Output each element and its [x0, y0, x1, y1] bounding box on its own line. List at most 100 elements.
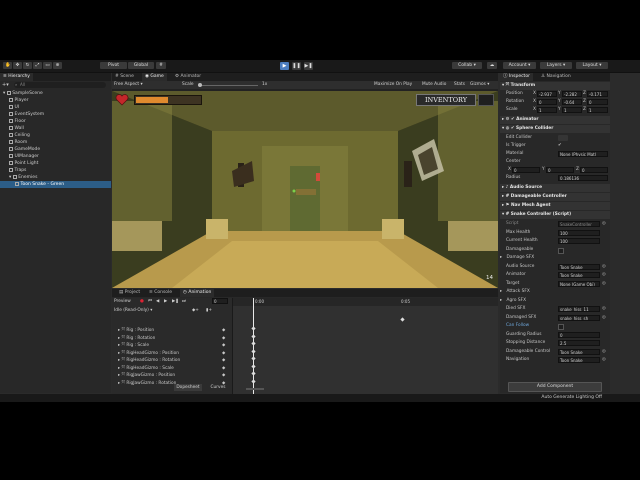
script-field[interactable]: SnakeController: [558, 221, 600, 227]
prev-frame-icon[interactable]: ◀: [156, 299, 159, 304]
object-picker-icon[interactable]: ◎: [602, 348, 606, 356]
transform-tool-icon[interactable]: ⊕: [53, 62, 62, 69]
scale-z-field[interactable]: 1: [587, 107, 608, 113]
expand-arrow-icon[interactable]: ▸: [500, 298, 504, 303]
keyframe-icon[interactable]: ◆: [222, 327, 225, 335]
target-field[interactable]: None (Game Obj): [558, 280, 600, 287]
can-follow-checkbox[interactable]: [558, 324, 564, 330]
tab-animator[interactable]: ⚙ Animator: [172, 73, 204, 81]
damageable-checkbox[interactable]: [558, 247, 564, 254]
expand-arrow-icon[interactable]: ▸: [500, 289, 504, 294]
object-picker-icon[interactable]: ◎: [602, 271, 606, 279]
animation-property-row[interactable]: ▸ ⤧ Rig : Position ◆: [118, 327, 236, 335]
object-picker-icon[interactable]: ◎: [602, 263, 606, 271]
frame-field[interactable]: 0: [212, 298, 228, 304]
inventory-slot[interactable]: [478, 94, 494, 106]
snake-controller-header[interactable]: ▾ # Snake Controller (Script): [500, 211, 610, 219]
animation-property-row[interactable]: ▸ ⤧ RigHeadGizmo : Rotation ◆: [118, 357, 236, 365]
game-viewport[interactable]: INVENTORY 14: [112, 91, 498, 288]
account-dropdown[interactable]: Account ▾: [503, 62, 536, 69]
add-component-button[interactable]: Add Component: [508, 382, 602, 392]
stopping-distance-field[interactable]: 2.5: [558, 340, 600, 346]
transform-header[interactable]: ▾ ⤧ Transform: [500, 82, 610, 90]
scale-tool-icon[interactable]: ⤢: [33, 62, 42, 69]
layout-dropdown[interactable]: Layout ▾: [576, 62, 608, 69]
animator-header[interactable]: ▸ ⚙ ✔ Animator: [500, 116, 610, 124]
hierarchy-item[interactable]: UIManager: [0, 153, 111, 160]
died-sfx-field[interactable]: snake_hiss_11: [558, 306, 600, 312]
hand-tool-icon[interactable]: ✋: [3, 62, 12, 69]
hierarchy-item[interactable]: Point Light: [0, 160, 111, 167]
dopesheet-tab[interactable]: Dopesheet: [174, 384, 202, 391]
tab-animation[interactable]: ◷ Animation: [180, 289, 215, 297]
center-x-field[interactable]: 0: [512, 167, 540, 173]
timeline-keyframe[interactable]: [251, 378, 256, 384]
timeline-keyframe[interactable]: [251, 333, 256, 339]
timeline-keyframe[interactable]: [251, 341, 256, 346]
scale-slider-handle[interactable]: [198, 83, 202, 87]
center-y-field[interactable]: 0: [546, 167, 574, 173]
tab-navigation[interactable]: ⚓ Navigation: [538, 73, 574, 81]
scale-y-field[interactable]: 1: [562, 107, 582, 113]
preview-toggle[interactable]: Preview: [114, 299, 131, 304]
play-anim-icon[interactable]: ▶: [164, 299, 167, 304]
rotation-x-field[interactable]: 0: [537, 99, 557, 105]
hierarchy-item[interactable]: EventSystem: [0, 111, 111, 118]
animator-enabled-checkbox[interactable]: ✔: [511, 117, 515, 122]
hierarchy-item[interactable]: GameMode: [0, 146, 111, 153]
expand-arrow-icon[interactable]: ▸: [500, 255, 504, 260]
mute-audio-toggle[interactable]: Mute Audio: [422, 82, 446, 87]
timeline-keyframe[interactable]: [251, 326, 256, 331]
audio-source-field[interactable]: Toon Snake: [558, 263, 600, 270]
clip-dropdown[interactable]: Idle (Read-Only) ▾: [114, 308, 152, 313]
grid-snap-icon[interactable]: #: [156, 62, 166, 69]
hierarchy-item[interactable]: Floor: [0, 118, 111, 125]
stats-toggle[interactable]: Stats: [454, 82, 465, 87]
scale-slider[interactable]: [198, 84, 258, 86]
step-button[interactable]: ▶❚: [304, 62, 313, 70]
object-picker-icon[interactable]: ◎: [602, 305, 606, 313]
record-icon[interactable]: ●: [140, 299, 144, 304]
layers-dropdown[interactable]: Layers ▾: [540, 62, 572, 69]
gizmos-dropdown[interactable]: Gizmos ▾: [470, 82, 489, 87]
hierarchy-item[interactable]: Wall: [0, 125, 111, 132]
hierarchy-search-input[interactable]: ⌕ All: [14, 82, 106, 88]
rect-tool-icon[interactable]: ▭: [43, 62, 52, 69]
collab-button[interactable]: Collab ▾: [452, 62, 482, 69]
audio-source-header[interactable]: ▸ ♪ Audio Source: [500, 184, 610, 192]
damaged-sfx-field[interactable]: snake_hiss_sh: [558, 314, 600, 321]
keyframe-icon[interactable]: ◆: [222, 342, 225, 350]
scale-x-field[interactable]: 1: [537, 107, 557, 113]
global-button[interactable]: Global: [128, 62, 154, 69]
timeline-keyframe[interactable]: [251, 348, 256, 354]
guarding-radius-field[interactable]: 0: [558, 331, 600, 338]
animation-property-row[interactable]: ▸ ⤧ RigJawGizmo : Position ◆: [118, 372, 236, 380]
curves-tab[interactable]: Curves: [206, 384, 230, 391]
object-picker-icon[interactable]: ◎: [602, 314, 606, 322]
tab-project[interactable]: ▤ Project: [116, 289, 143, 297]
hierarchy-item[interactable]: Ceiling: [0, 132, 111, 139]
first-frame-icon[interactable]: ⏮: [148, 299, 152, 304]
nav-mesh-header[interactable]: ▸ ⚑ Nav Mesh Agent: [500, 202, 610, 210]
animation-property-row[interactable]: ▸ ⤧ Rig : Rotation ◆: [118, 335, 236, 343]
last-frame-icon[interactable]: ⏭: [182, 299, 186, 304]
radius-field[interactable]: 0.186136: [558, 175, 608, 181]
keyframe-icon[interactable]: ◆: [222, 335, 225, 343]
hierarchy-item[interactable]: Toon Snake - Green: [0, 181, 111, 188]
maximize-on-play-toggle[interactable]: Maximize On Play: [374, 82, 412, 87]
damageable-control-field[interactable]: Toon Snake: [558, 348, 600, 355]
timeline-keyframe[interactable]: [400, 317, 405, 322]
keyframe-icon[interactable]: ◆: [222, 365, 225, 373]
create-plus-icon[interactable]: +▾: [2, 82, 10, 88]
aspect-dropdown[interactable]: Free Aspect ▾: [114, 82, 143, 87]
next-frame-icon[interactable]: ▶❚: [172, 299, 179, 304]
pause-button[interactable]: ❚❚: [292, 62, 301, 70]
center-z-field[interactable]: 0: [580, 167, 608, 173]
animator-field[interactable]: Toon Snake: [558, 272, 600, 278]
animation-property-row[interactable]: ▸ ⤧ RigHeadGizmo : Position ◆: [118, 350, 236, 358]
animation-property-row[interactable]: ▸ ⤧ Rig : Scale ◆: [118, 342, 236, 350]
move-tool-icon[interactable]: ✥: [13, 62, 22, 69]
rotation-z-field[interactable]: 0: [587, 99, 608, 105]
current-health-field[interactable]: 100: [558, 238, 600, 244]
hierarchy-item[interactable]: ▾ Enemies: [0, 174, 111, 181]
